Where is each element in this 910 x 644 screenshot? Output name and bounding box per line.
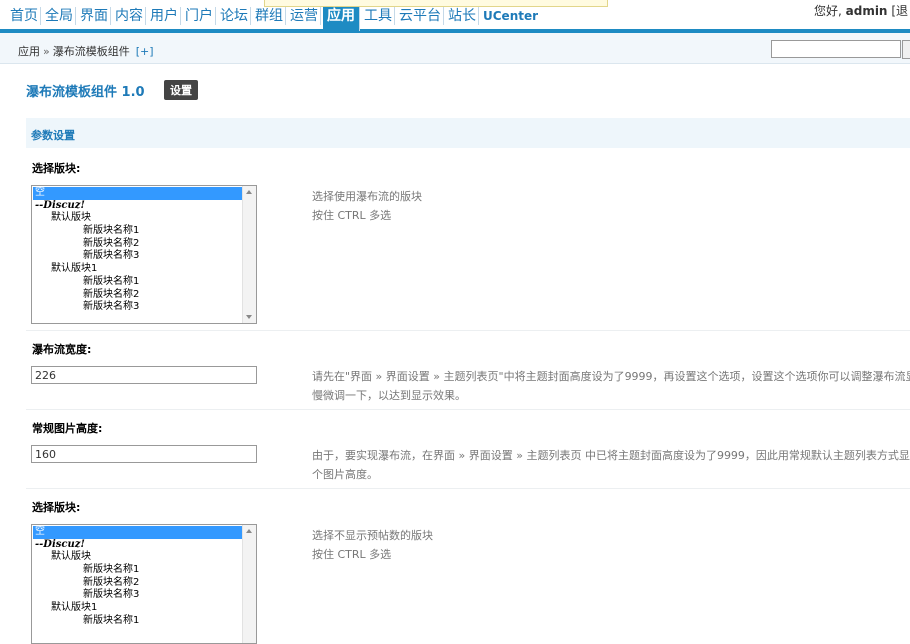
divider — [26, 330, 910, 331]
divider — [26, 409, 910, 410]
add-shortcut-link[interactable]: [+] — [136, 45, 154, 58]
nav-item-apps[interactable]: 应用 — [323, 5, 360, 31]
forum-option[interactable]: 空 — [33, 187, 242, 200]
breadcrumb: 应用» 瀑布流模板组件 [+] — [18, 43, 154, 59]
desc-line: 请先在"界面 » 界面设置 » 主题列表页"中将主题封面高度设为了9999，再设… — [312, 370, 910, 383]
desc-line: 按住 CTRL 多选 — [312, 548, 392, 561]
section-title: 参数设置 — [31, 129, 75, 142]
forum-option[interactable]: --Discuz! — [33, 539, 242, 552]
nav-item-forum[interactable]: 论坛 — [218, 7, 251, 25]
forum-option[interactable]: 新版块名称3 — [33, 250, 242, 263]
breadcrumb-separator: » — [43, 45, 50, 58]
forum-option[interactable]: 新版块名称2 — [33, 289, 242, 302]
setting-desc-forums-exclude: 选择不显示预帖数的版块 按住 CTRL 多选 — [312, 526, 433, 564]
desc-line: 个图片高度。 — [312, 468, 378, 481]
forum-option-list: 空 --Discuz! 默认版块 新版块名称1 新版块名称2 新版块名称3 默认版块1 新版块… — [33, 526, 242, 628]
breadcrumb-current: 瀑布流模板组件 — [52, 45, 130, 58]
forum-option[interactable]: 默认版块1 — [33, 602, 242, 615]
main-menu: 首页 全局 界面 内容 用户 门户 论坛 群组 运营 应用 工具 云平台 站长 … — [8, 5, 542, 31]
scroll-down-arrow-icon[interactable] — [246, 315, 252, 319]
section-header: 参数设置 — [26, 118, 910, 148]
nav-item-ucenter[interactable]: UCenter — [481, 7, 540, 25]
setting-desc-forums: 选择使用瀑布流的版块 按住 CTRL 多选 — [312, 187, 422, 225]
breadcrumb-root[interactable]: 应用 — [18, 45, 40, 58]
desc-line: 慢微调一下，以达到显示效果。 — [312, 389, 466, 402]
search-button[interactable] — [902, 40, 910, 59]
nav-item-global[interactable]: 全局 — [43, 7, 76, 25]
breadcrumb-bar: 应用» 瀑布流模板组件 [+] — [0, 33, 910, 64]
scroll-up-arrow-icon[interactable] — [246, 190, 252, 194]
divider — [26, 488, 910, 489]
user-greeting: 您好, — [813, 4, 842, 18]
forum-option[interactable]: 新版块名称1 — [33, 615, 242, 628]
nav-item-cloud[interactable]: 云平台 — [397, 7, 444, 25]
setting-label-width: 瀑布流宽度: — [32, 343, 92, 356]
nav-item-groups[interactable]: 群组 — [253, 7, 286, 25]
forum-option[interactable]: --Discuz! — [33, 200, 242, 213]
waterfall-width-input[interactable] — [31, 366, 257, 384]
setting-desc-image-height: 由于，要实现瀑布流，在界面 » 界面设置 » 主题列表页 中已将主题封面高度设为… — [312, 446, 910, 484]
listbox-scrollbar[interactable] — [242, 186, 256, 323]
nav-item-portal[interactable]: 门户 — [183, 7, 216, 25]
nav-item-interface[interactable]: 界面 — [78, 7, 111, 25]
search-input[interactable] — [771, 40, 901, 58]
forum-option[interactable]: 默认版块1 — [33, 263, 242, 276]
forum-option-list: 空 --Discuz! 默认版块 新版块名称1 新版块名称2 新版块名称3 默认版块1 新版块… — [33, 187, 242, 314]
forum-option[interactable]: 默认版块 — [33, 212, 242, 225]
setting-label-forums-exclude: 选择版块: — [32, 501, 81, 514]
nav-item-content[interactable]: 内容 — [113, 7, 146, 25]
settings-button[interactable]: 设置 — [164, 80, 198, 100]
forum-option[interactable]: 新版块名称3 — [33, 589, 242, 602]
forum-option[interactable]: 新版块名称1 — [33, 564, 242, 577]
setting-label-forums: 选择版块: — [32, 162, 81, 175]
desc-line: 选择使用瀑布流的版块 — [312, 190, 422, 203]
nav-item-users[interactable]: 用户 — [148, 7, 181, 25]
forum-exclude-multiselect[interactable]: 空 --Discuz! 默认版块 新版块名称1 新版块名称2 新版块名称3 默认版块1 新版块… — [31, 524, 257, 644]
nav-item-operations[interactable]: 运营 — [288, 7, 321, 25]
page-title: 瀑布流模板组件 1.0 — [26, 85, 145, 100]
setting-desc-width: 请先在"界面 » 界面设置 » 主题列表页"中将主题封面高度设为了9999，再设… — [312, 367, 910, 405]
forum-multiselect[interactable]: 空 --Discuz! 默认版块 新版块名称1 新版块名称2 新版块名称3 默认版块1 新版块… — [31, 185, 257, 324]
nav-item-webmaster[interactable]: 站长 — [446, 7, 479, 25]
forum-option[interactable]: 空 — [33, 526, 242, 539]
forum-option[interactable]: 新版块名称1 — [33, 276, 242, 289]
username[interactable]: admin — [846, 4, 888, 18]
forum-option[interactable]: 新版块名称2 — [33, 577, 242, 590]
forum-option[interactable]: 新版块名称2 — [33, 238, 242, 251]
forum-option[interactable]: 新版块名称1 — [33, 225, 242, 238]
forum-option[interactable]: 默认版块 — [33, 551, 242, 564]
nav-item-home[interactable]: 首页 — [8, 7, 41, 25]
user-info: 您好, admin [退 — [814, 2, 908, 19]
listbox-scrollbar[interactable] — [242, 525, 256, 643]
image-height-input[interactable] — [31, 445, 257, 463]
logout-link[interactable]: [退 — [891, 4, 908, 18]
top-nav: 首页 全局 界面 内容 用户 门户 论坛 群组 运营 应用 工具 云平台 站长 … — [0, 0, 910, 33]
desc-line: 按住 CTRL 多选 — [312, 209, 392, 222]
desc-line: 选择不显示预帖数的版块 — [312, 529, 433, 542]
nav-item-tools[interactable]: 工具 — [362, 7, 395, 25]
notice-tip — [264, 0, 608, 7]
forum-option[interactable]: 新版块名称3 — [33, 301, 242, 314]
scroll-up-arrow-icon[interactable] — [246, 529, 252, 533]
setting-label-image-height: 常规图片高度: — [32, 422, 103, 435]
desc-line: 由于，要实现瀑布流，在界面 » 界面设置 » 主题列表页 中已将主题封面高度设为… — [312, 449, 910, 462]
